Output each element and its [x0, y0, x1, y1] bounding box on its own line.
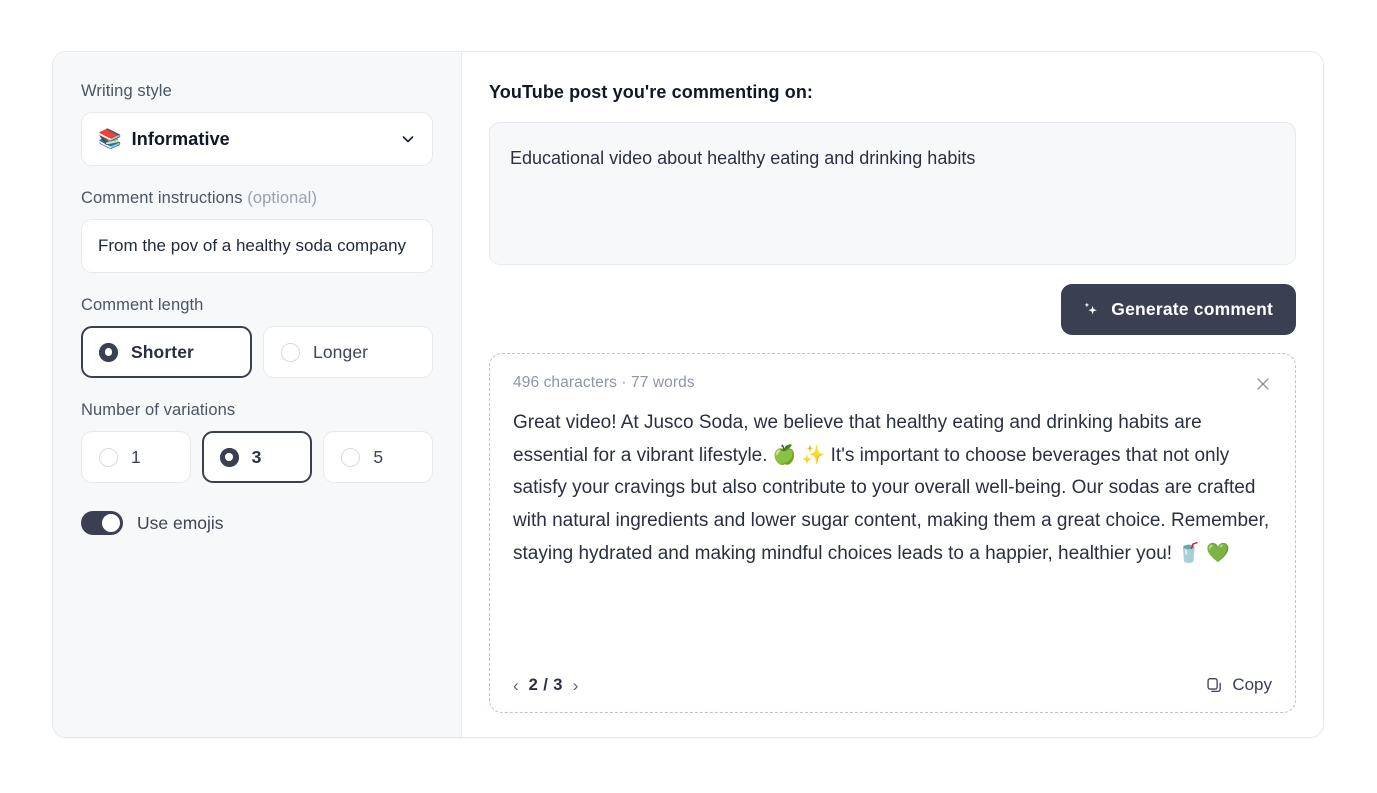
variation-pager: ‹ 2 / 3 ›: [513, 676, 578, 695]
use-emojis-label: Use emojis: [137, 512, 224, 533]
character-word-count: 496 characters · 77 words: [513, 374, 695, 391]
variations-option-5-label: 5: [373, 446, 384, 467]
comment-length-label: Comment length: [81, 296, 204, 314]
comment-length-option-shorter[interactable]: Shorter: [81, 326, 252, 378]
generate-row: Generate comment: [489, 284, 1296, 335]
generate-comment-label: Generate comment: [1111, 299, 1273, 319]
pager-count: 2 / 3: [528, 675, 563, 694]
comment-length-option-longer-label: Longer: [313, 341, 369, 362]
generated-comment-footer: ‹ 2 / 3 › Copy: [513, 675, 1272, 695]
comment-length-options: Shorter Longer: [81, 326, 433, 378]
variations-options: 1 3 5: [81, 431, 434, 483]
variations-group: Number of variations 1 3 5: [81, 401, 434, 483]
writing-style-group: Writing style 📚 Informative: [81, 82, 433, 166]
comment-instructions-group: Comment instructions (optional): [81, 189, 433, 273]
comment-generator-panel: Writing style 📚 Informative Comment inst…: [52, 51, 1324, 738]
generate-comment-button[interactable]: Generate comment: [1061, 284, 1296, 335]
generated-comment-header: 496 characters · 77 words: [513, 374, 1272, 393]
chevron-down-icon: [400, 131, 416, 147]
variations-option-1-label: 1: [131, 446, 141, 467]
settings-sidebar: Writing style 📚 Informative Comment inst…: [53, 52, 462, 737]
use-emojis-toggle[interactable]: [81, 511, 123, 535]
writing-style-label: Writing style: [81, 82, 172, 100]
post-text-area[interactable]: Educational video about healthy eating a…: [489, 122, 1296, 265]
comment-instructions-label: Comment instructions (optional): [81, 189, 433, 208]
page-title: YouTube post you're commenting on:: [489, 82, 814, 102]
pager-next-button[interactable]: ›: [573, 677, 579, 694]
generated-comment-text: Great video! At Jusco Soda, we believe t…: [513, 412, 1270, 564]
radio-dot-selected-icon: [99, 342, 118, 362]
radio-dot-icon: [281, 342, 300, 362]
close-icon[interactable]: [1254, 375, 1272, 393]
writing-style-value: Informative: [131, 128, 230, 149]
copy-label: Copy: [1232, 675, 1272, 694]
sparkles-icon: [1081, 300, 1100, 319]
use-emojis-group: Use emojis: [81, 511, 433, 535]
radio-dot-icon: [99, 447, 118, 467]
radio-dot-selected-icon: [219, 447, 239, 467]
writing-style-select[interactable]: 📚 Informative: [81, 112, 433, 166]
radio-dot-icon: [341, 447, 361, 467]
content-panel: YouTube post you're commenting on: Educa…: [462, 52, 1323, 737]
comment-length-option-shorter-label: Shorter: [131, 341, 194, 362]
generated-comment-card: 496 characters · 77 words Great video! A…: [489, 353, 1296, 713]
variations-option-3-label: 3: [251, 446, 262, 467]
variations-option-3[interactable]: 3: [201, 431, 313, 483]
comment-instructions-input[interactable]: [81, 219, 433, 273]
app-root: Writing style 📚 Informative Comment inst…: [0, 0, 1377, 793]
post-text: Educational video about healthy eating a…: [510, 148, 976, 168]
copy-icon: [1206, 677, 1223, 694]
copy-button[interactable]: Copy: [1206, 675, 1272, 695]
pager-prev-button[interactable]: ‹: [513, 677, 519, 694]
comment-instructions-optional: (optional): [247, 189, 318, 207]
books-emoji: 📚: [98, 128, 122, 150]
comment-length-group: Comment length Shorter Longer: [81, 296, 433, 378]
variations-option-1[interactable]: 1: [81, 431, 191, 483]
toggle-knob: [102, 514, 120, 532]
comment-length-option-longer[interactable]: Longer: [263, 326, 433, 378]
comment-instructions-label-main: Comment instructions: [81, 189, 248, 207]
variations-option-5[interactable]: 5: [323, 431, 434, 483]
variations-label: Number of variations: [81, 401, 236, 419]
